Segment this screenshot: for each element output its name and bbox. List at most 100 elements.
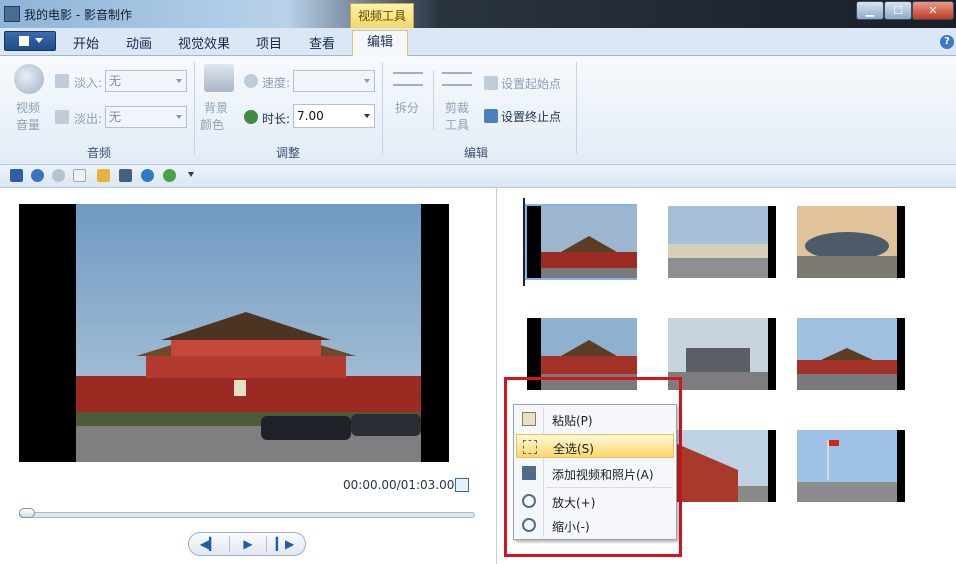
paint-bucket-icon (204, 64, 234, 92)
clip-thumbnail[interactable] (797, 318, 905, 390)
stopwatch-icon (244, 110, 258, 124)
menu-item-label: 全选(S) (553, 442, 594, 456)
app-menu-button[interactable] (4, 31, 56, 51)
playhead[interactable] (523, 198, 525, 286)
next-frame-button[interactable]: ▎▶ (267, 536, 303, 552)
tab-animations[interactable]: 动画 (126, 33, 152, 52)
clip-thumbnail[interactable] (668, 206, 776, 278)
customize-toolbar-icon[interactable] (188, 172, 194, 177)
trim-tool-label-2[interactable]: 工具 (445, 116, 469, 133)
close-button[interactable]: ✕ (912, 1, 954, 20)
video-tools-tab-group: 视频工具 (350, 3, 414, 28)
paste-icon (522, 412, 536, 426)
duration-label: 时长: (262, 112, 291, 126)
minimize-icon: ▁ (865, 4, 875, 17)
new-project-icon[interactable] (73, 169, 86, 182)
fade-out-label: 淡出: (74, 112, 103, 126)
group-divider (576, 62, 577, 154)
add-media-icon (522, 466, 536, 480)
clip-thumbnail[interactable] (668, 430, 776, 502)
duration-input[interactable]: 7.00 (293, 104, 375, 128)
tab-edit[interactable]: 编辑 (352, 30, 408, 56)
next-frame-icon: ▎▶ (275, 537, 295, 551)
group-divider (382, 62, 383, 154)
clip-image (668, 206, 768, 278)
video-volume-label-1[interactable]: 视频 (16, 99, 40, 116)
set-start-icon (484, 76, 498, 90)
duration-value: 7.00 (297, 109, 324, 123)
fade-in-value: 无 (109, 74, 122, 88)
title-bar (0, 0, 956, 28)
app-icon (4, 6, 20, 22)
trim-tool-label-1[interactable]: 剪裁 (445, 99, 469, 116)
tab-home[interactable]: 开始 (73, 33, 99, 52)
maximize-icon: ☐ (893, 4, 903, 17)
redo-icon[interactable] (52, 169, 65, 182)
chevron-down-icon (35, 38, 43, 43)
bg-color-label-2[interactable]: 颜色 (200, 116, 224, 133)
clip-thumbnail[interactable] (797, 206, 905, 278)
split-icon (393, 72, 423, 86)
menu-item-zoom-out[interactable]: 缩小(-) (516, 513, 674, 537)
help-icon[interactable]: ? (940, 35, 954, 49)
chevron-down-icon (364, 114, 370, 118)
minimize-button[interactable]: ▁ (856, 1, 884, 20)
previous-frame-icon: ◀▎ (199, 537, 219, 551)
fade-out-value: 无 (109, 110, 122, 124)
audio-group-label: 音频 (87, 146, 112, 160)
menu-item-paste[interactable]: 粘贴(P) (516, 407, 674, 431)
menu-item-label: 缩小(-) (552, 520, 590, 534)
menu-item-add-media[interactable]: 添加视频和照片(A) (516, 461, 674, 485)
set-start-point-button[interactable]: 设置起始点 (501, 75, 561, 92)
menu-separator (546, 487, 672, 488)
playback-controls: ◀▎ ▶ ▎▶ (188, 532, 306, 556)
fullscreen-icon[interactable] (455, 478, 469, 492)
music-icon[interactable] (141, 169, 154, 182)
open-project-icon[interactable] (97, 169, 110, 182)
trim-tool-icon (442, 72, 472, 86)
fade-in-select[interactable]: 无 (105, 70, 187, 92)
clip-thumbnail[interactable] (797, 430, 905, 502)
tab-view[interactable]: 查看 (309, 33, 335, 52)
bg-color-label-1[interactable]: 背景 (204, 99, 228, 116)
clip-thumbnail[interactable] (525, 204, 637, 280)
tab-project[interactable]: 项目 (256, 33, 282, 52)
context-menu: 粘贴(P) 全选(S) 添加视频和照片(A) 放大(+) 缩小(-) (513, 404, 677, 540)
adjust-group-label: 调整 (276, 146, 301, 160)
maximize-button[interactable]: ☐ (884, 1, 912, 20)
close-icon: ✕ (928, 4, 938, 17)
app-menu-icon (19, 36, 29, 46)
video-volume-label-2[interactable]: 音量 (16, 116, 40, 133)
speed-icon (244, 74, 258, 88)
fade-in-label: 淡入: (74, 76, 103, 90)
clip-image (797, 318, 897, 390)
play-icon: ▶ (243, 537, 253, 551)
fade-in-icon (55, 74, 69, 88)
previous-frame-button[interactable]: ◀▎ (191, 536, 227, 552)
film-icon[interactable] (119, 169, 132, 182)
menu-item-select-all[interactable]: 全选(S) (516, 434, 674, 458)
clip-image (541, 206, 637, 278)
clip-image (668, 430, 768, 502)
seek-bar[interactable] (19, 512, 475, 518)
speed-select[interactable] (293, 70, 375, 92)
set-end-icon (484, 109, 498, 123)
window-title: 我的电影 - 影音制作 (24, 8, 132, 22)
speed-label: 速度: (262, 76, 291, 90)
time-readout: 00:00.00/01:03.00 (343, 478, 455, 492)
snapshot-icon[interactable] (163, 169, 176, 182)
chevron-down-icon (176, 79, 182, 83)
set-end-point-button[interactable]: 设置终止点 (501, 108, 561, 125)
split-button[interactable]: 拆分 (395, 99, 419, 116)
fade-out-select[interactable]: 无 (105, 106, 187, 128)
chevron-down-icon (364, 79, 370, 83)
save-icon[interactable] (10, 169, 23, 182)
clip-thumbnail[interactable] (668, 318, 776, 390)
undo-icon[interactable] (31, 169, 44, 182)
menu-item-zoom-in[interactable]: 放大(+) (516, 489, 674, 513)
zoom-out-icon (522, 518, 536, 532)
tab-visual-effects[interactable]: 视觉效果 (178, 33, 230, 52)
seek-thumb[interactable] (19, 508, 35, 518)
edit-group-label: 编辑 (464, 146, 489, 160)
play-button[interactable]: ▶ (229, 536, 267, 552)
